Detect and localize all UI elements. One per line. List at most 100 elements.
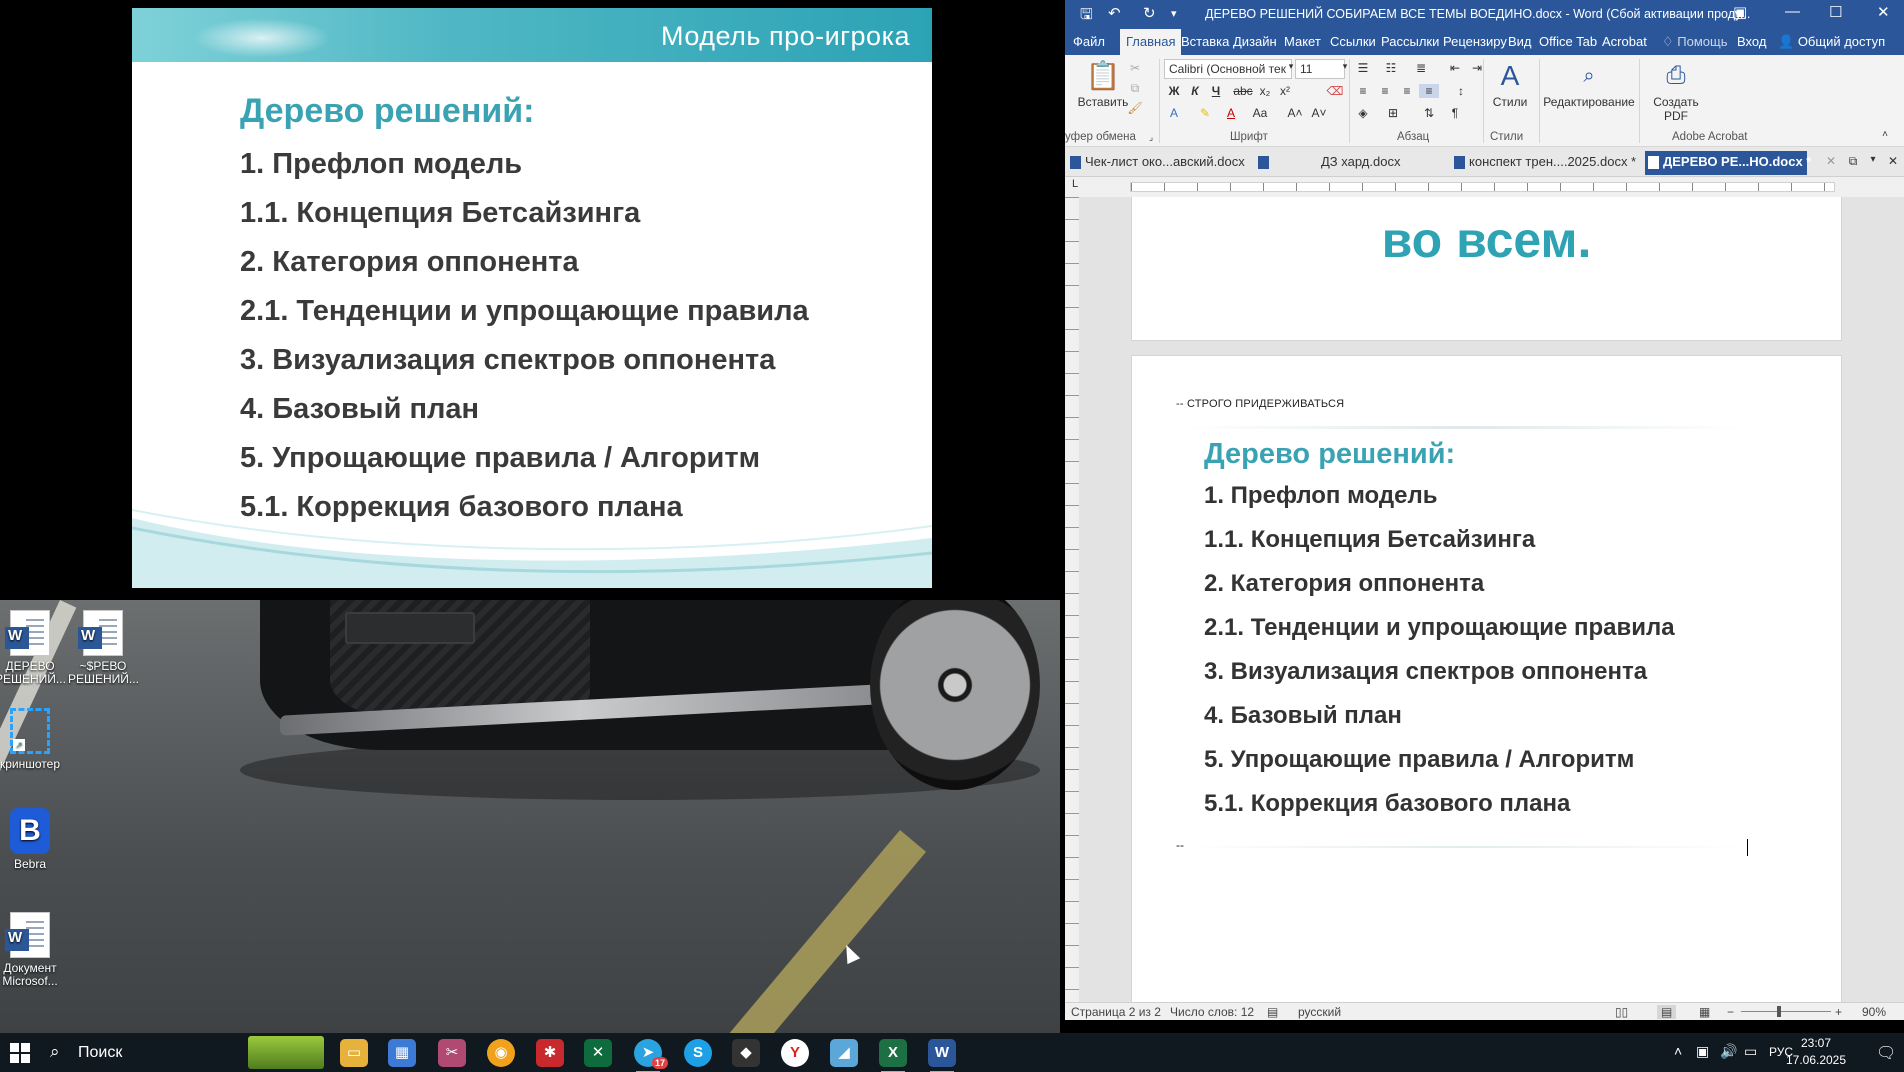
new-tab-icon[interactable]: ⧉ bbox=[1843, 154, 1863, 169]
ruler-track[interactable] bbox=[1130, 182, 1835, 192]
multilevel-list-icon[interactable]: ≣ bbox=[1411, 61, 1431, 75]
horizontal-ruler[interactable]: L bbox=[1065, 177, 1904, 197]
format-painter-icon[interactable]: 🖌 bbox=[1125, 101, 1145, 115]
show-marks-icon[interactable]: ¶ bbox=[1445, 106, 1465, 120]
display-icon[interactable]: ▭ bbox=[1744, 1043, 1757, 1060]
tab-selector-icon[interactable]: L bbox=[1065, 178, 1085, 190]
save-icon[interactable]: 🖫 bbox=[1080, 4, 1093, 29]
file-explorer-icon[interactable]: ▭ bbox=[340, 1039, 368, 1067]
clipboard-launcher-icon[interactable]: ⌟ bbox=[1141, 132, 1161, 143]
zoom-in-icon[interactable]: + bbox=[1835, 1005, 1842, 1019]
shrink-font-icon[interactable]: A˅ bbox=[1309, 106, 1329, 120]
tab-layout[interactable]: Макет bbox=[1284, 34, 1321, 49]
doc-tab-close-icon[interactable]: ✕ bbox=[1821, 154, 1841, 168]
notifications-icon[interactable]: 🗨 bbox=[1876, 1043, 1896, 1063]
doc-tab-active[interactable]: ДЕРЕВО РЕ...НО.docx * bbox=[1645, 151, 1811, 175]
close-icon[interactable]: ✕ bbox=[1877, 3, 1890, 21]
document-canvas[interactable]: во всем. -- СТРОГО ПРИДЕРЖИВАТЬСЯ Дерево… bbox=[1079, 197, 1904, 1002]
taskbar-search[interactable]: ⌕ Поиск bbox=[40, 1033, 240, 1072]
telegram-icon[interactable]: ➤ 17 bbox=[634, 1039, 668, 1072]
grow-font-icon[interactable]: A˄ bbox=[1285, 106, 1305, 120]
volume-icon[interactable]: 🔊 bbox=[1720, 1043, 1737, 1060]
tab-office-tab[interactable]: Office Tab bbox=[1539, 34, 1597, 49]
align-center-icon[interactable]: ≡ bbox=[1375, 84, 1395, 98]
chevron-down-icon[interactable]: ▾ bbox=[1335, 61, 1355, 72]
collapse-ribbon-icon[interactable]: ˄ bbox=[1875, 129, 1895, 140]
desktop-icon-temp-derevo[interactable]: W ~$РЕВО РЕШЕНИЙ... bbox=[68, 610, 139, 686]
doc-tab[interactable]: конспект трен....2025.docx * bbox=[1451, 151, 1641, 175]
ribbon-display-icon[interactable]: ▣ bbox=[1733, 3, 1747, 21]
change-case-icon[interactable]: Aa bbox=[1250, 106, 1270, 120]
shading-icon[interactable]: ◈ bbox=[1353, 106, 1373, 120]
align-left-icon[interactable]: ≡ bbox=[1353, 84, 1373, 98]
desktop-icon-derevo[interactable]: W ДЕРЕВО РЕШЕНИЙ... bbox=[0, 610, 66, 686]
skype-icon[interactable]: S bbox=[684, 1039, 712, 1067]
word-count[interactable]: Число слов: 12 bbox=[1170, 1005, 1254, 1019]
sign-in-link[interactable]: Вход bbox=[1737, 34, 1766, 49]
justify-icon[interactable]: ≡ bbox=[1419, 84, 1439, 98]
paste-button[interactable]: 📋 Вставить bbox=[1077, 59, 1129, 109]
italic-button[interactable]: К bbox=[1185, 84, 1205, 98]
zoom-slider[interactable] bbox=[1741, 1011, 1831, 1012]
borders-icon[interactable]: ⊞ bbox=[1383, 106, 1403, 120]
redo-icon[interactable]: ↻ bbox=[1143, 4, 1156, 22]
bullets-icon[interactable]: ☰ bbox=[1353, 61, 1373, 75]
create-pdf-button[interactable]: ⎙ Создать PDF bbox=[1645, 59, 1707, 123]
superscript-icon[interactable]: x² bbox=[1275, 84, 1295, 98]
zoom-level[interactable]: 90% bbox=[1862, 1005, 1886, 1019]
vertical-ruler[interactable] bbox=[1065, 197, 1079, 1002]
align-right-icon[interactable]: ≡ bbox=[1397, 84, 1417, 98]
calculator-icon[interactable]: ▦ bbox=[388, 1039, 416, 1067]
clear-formatting-icon[interactable]: ⌫ bbox=[1325, 84, 1345, 98]
show-hidden-icons-icon[interactable]: ˄ bbox=[1674, 1043, 1682, 1059]
tab-review[interactable]: Рецензиру bbox=[1443, 34, 1507, 49]
font-name-box[interactable]: Calibri (Основной тек bbox=[1164, 59, 1292, 79]
strikethrough-icon[interactable]: abc bbox=[1233, 84, 1253, 98]
page-count[interactable]: Страница 2 из 2 bbox=[1071, 1005, 1161, 1019]
tab-home[interactable]: Главная bbox=[1120, 29, 1182, 55]
doc-tab[interactable]: Чек-лист око...авский.docx bbox=[1067, 151, 1257, 175]
editing-button[interactable]: ⌕ Редактирование bbox=[1543, 59, 1635, 109]
minimize-icon[interactable]: — bbox=[1785, 3, 1800, 20]
clock-date[interactable]: 17.06.2025 bbox=[1776, 1053, 1856, 1067]
tab-design[interactable]: Дизайн bbox=[1233, 34, 1277, 49]
language-indicator[interactable]: русский bbox=[1298, 1005, 1341, 1019]
snipping-tool-icon[interactable]: ✂ bbox=[438, 1039, 466, 1067]
decrease-indent-icon[interactable]: ⇤ bbox=[1445, 61, 1465, 75]
document-page[interactable]: -- СТРОГО ПРИДЕРЖИВАТЬСЯ Дерево решений:… bbox=[1131, 355, 1842, 1002]
tab-references[interactable]: Ссылки bbox=[1330, 34, 1376, 49]
web-layout-icon[interactable]: ▦ bbox=[1699, 1005, 1710, 1019]
green-app-icon[interactable]: ✕ bbox=[584, 1039, 612, 1067]
yandex-browser-icon[interactable]: Y bbox=[781, 1039, 809, 1067]
windows-start-icon[interactable] bbox=[10, 1043, 30, 1063]
subscript-icon[interactable]: x₂ bbox=[1255, 84, 1275, 98]
line-spacing-icon[interactable]: ↕ bbox=[1451, 84, 1471, 98]
zoom-slider-thumb[interactable] bbox=[1777, 1006, 1781, 1017]
close-all-tabs-icon[interactable]: ✕ bbox=[1883, 154, 1903, 168]
excel-icon[interactable]: X bbox=[879, 1039, 907, 1072]
tab-view[interactable]: Вид bbox=[1508, 34, 1532, 49]
share-button[interactable]: 👤 Общий доступ bbox=[1778, 34, 1885, 50]
styles-button[interactable]: A Стили bbox=[1487, 59, 1533, 109]
tab-list-icon[interactable]: ▾ bbox=[1863, 154, 1883, 165]
cut-icon[interactable]: ✂ bbox=[1125, 61, 1145, 75]
chrome-icon[interactable]: ◉ bbox=[487, 1039, 515, 1067]
undo-icon[interactable]: ↶ bbox=[1108, 4, 1121, 22]
proofing-icon[interactable]: ▤ bbox=[1267, 1005, 1278, 1019]
desktop-icon-screenshoter[interactable]: ↗ криншотер bbox=[0, 708, 65, 771]
sort-icon[interactable]: ⇅ bbox=[1419, 106, 1439, 120]
desktop-icon-bebra[interactable]: B Bebra bbox=[0, 808, 65, 871]
tab-acrobat[interactable]: Acrobat bbox=[1602, 34, 1647, 49]
red-app-icon[interactable]: ✱ bbox=[536, 1039, 564, 1067]
copy-icon[interactable]: ⧉ bbox=[1125, 81, 1145, 96]
zoom-out-icon[interactable]: − bbox=[1727, 1005, 1734, 1019]
customize-quick-access-icon[interactable]: ▾ bbox=[1171, 7, 1177, 20]
numbering-icon[interactable]: ☷ bbox=[1381, 61, 1401, 75]
read-mode-icon[interactable]: ▯▯ bbox=[1615, 1005, 1628, 1019]
pen-tool-icon[interactable]: ◢ bbox=[830, 1039, 858, 1067]
search-highlight-image[interactable] bbox=[248, 1036, 324, 1069]
underline-button[interactable]: Ч bbox=[1206, 84, 1226, 98]
text-effects-icon[interactable]: A bbox=[1164, 106, 1184, 120]
doc-tab[interactable]: ДЗ хард.docx bbox=[1255, 151, 1435, 175]
document-page[interactable]: во всем. bbox=[1131, 197, 1842, 341]
